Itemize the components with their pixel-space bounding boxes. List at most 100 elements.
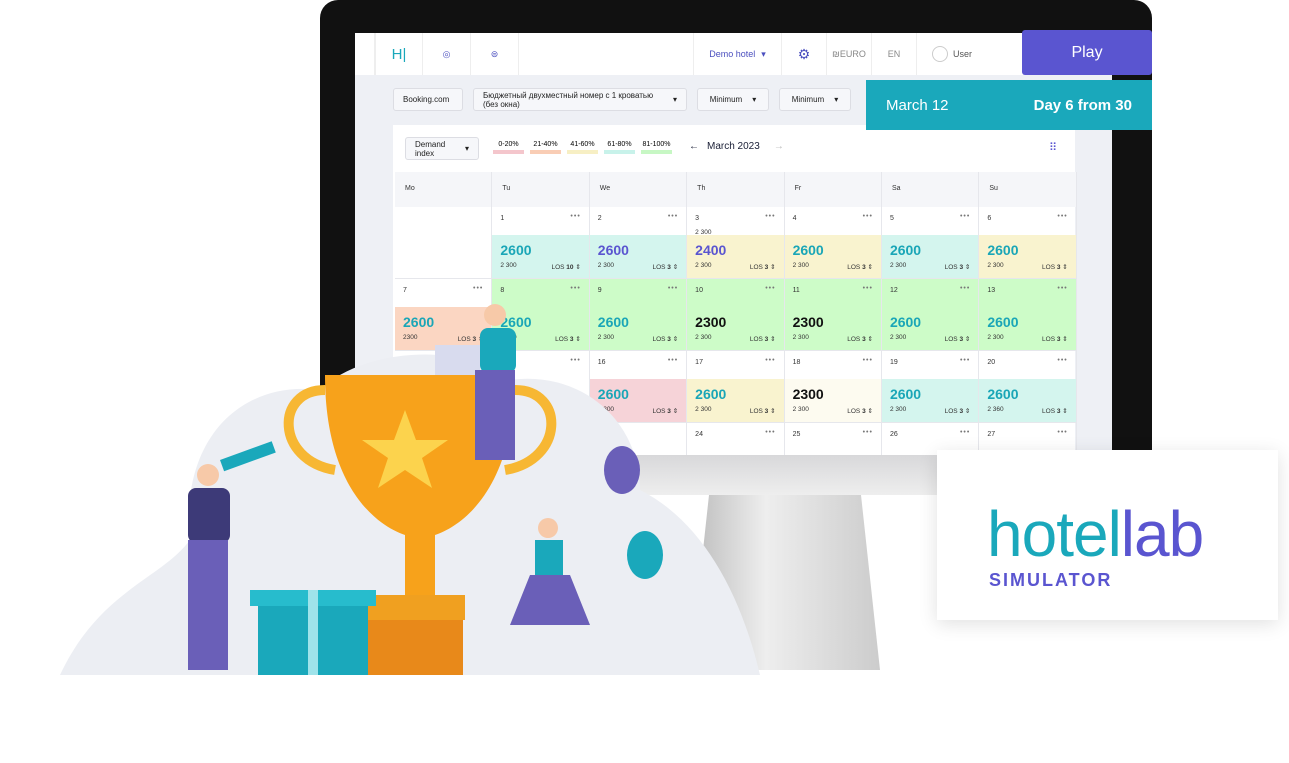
los-stepper[interactable]: LOS 3 ⇕ [750, 263, 776, 271]
channel-select[interactable]: Booking.com [393, 88, 463, 111]
gear-icon[interactable]: ⚙ [782, 33, 827, 75]
los-stepper[interactable]: LOS 3 ⇕ [847, 407, 873, 415]
price: 2300 [792, 386, 824, 402]
day-number: 27 [987, 431, 996, 438]
next-month-arrow-icon[interactable]: → [774, 141, 784, 152]
price: 2600 [500, 242, 532, 258]
more-options-icon[interactable]: ••• [960, 429, 970, 436]
legend-item: 21-40% [530, 141, 561, 154]
los-stepper[interactable]: LOS 3 ⇕ [1042, 407, 1068, 415]
currency-select[interactable]: ₪ EURO [827, 33, 872, 75]
more-options-icon[interactable]: ••• [1057, 285, 1067, 292]
simulation-status: March 12 Day 6 from 30 [866, 80, 1152, 130]
los-stepper[interactable]: LOS 3 ⇕ [945, 407, 971, 415]
more-options-icon[interactable]: ••• [1057, 357, 1067, 364]
more-options-icon[interactable]: ••• [863, 285, 873, 292]
day-number: 11 [792, 287, 800, 294]
los-value: 3 [862, 336, 866, 343]
day-number: 19 [889, 359, 898, 366]
chevron-down-icon: ▾ [672, 95, 677, 104]
base-price: 2 300 [987, 262, 1004, 269]
los-stepper[interactable]: LOS 3 ⇕ [945, 335, 971, 343]
los-stepper[interactable]: LOS 3 ⇕ [652, 263, 678, 271]
base-price: 2 300 [792, 406, 809, 413]
base-price: 2 300 [889, 406, 907, 413]
language-select[interactable]: EN [872, 33, 917, 75]
calendar-day-cell[interactable]: 20 ••• 2600 2 360 LOS 3 ⇕ [979, 351, 1077, 423]
room-select[interactable]: Бюджетный двухместный номер с 1 кроватью… [473, 88, 687, 111]
day-number: 1 [500, 215, 505, 222]
brand-logo: hotellab [987, 498, 1204, 570]
calendar-day-cell[interactable]: 11 ••• 2300 2 300 LOS 3 ⇕ [784, 279, 882, 351]
weekday-header: Mo [395, 172, 493, 207]
calendar-day-cell[interactable]: 4 ••• 2600 2 300 LOS 3 ⇕ [784, 207, 882, 279]
weekday-header: Fr [784, 172, 882, 207]
base-price: 2 300 [500, 262, 517, 269]
currency-icon: ₪ [832, 49, 840, 59]
day-number: 26 [889, 431, 898, 438]
calendar-day-cell[interactable]: 1 ••• 2600 2 300 LOS 10 ⇕ [492, 207, 590, 279]
min-select-1[interactable]: Minimum ▾ [697, 88, 769, 111]
weekday-header: We [589, 172, 688, 207]
calendar-day-cell[interactable]: 19 ••• 2600 2 300 LOS 3 ⇕ [881, 351, 980, 423]
room-label: Бюджетный двухместный номер с 1 кроватью… [483, 90, 654, 109]
monitor-icon[interactable]: ⊜ [471, 33, 519, 75]
more-options-icon[interactable]: ••• [668, 213, 678, 220]
more-options-icon[interactable]: ••• [1057, 429, 1067, 436]
chevron-down-icon: ▾ [752, 95, 757, 104]
app-logo[interactable]: H| [375, 33, 423, 75]
play-button[interactable]: Play [1022, 30, 1152, 75]
base-price: 2 300 [987, 334, 1004, 341]
min-select-2[interactable]: Minimum ▾ [779, 88, 851, 111]
price: 2600 [987, 314, 1019, 330]
min-label: Minimum [709, 95, 743, 104]
base-price: 2 300 [695, 262, 712, 269]
los-stepper[interactable]: LOS 3 ⇕ [1042, 335, 1068, 343]
more-options-icon[interactable]: ••• [863, 429, 873, 436]
day-counter: Day 6 from 30 [1033, 96, 1132, 114]
hotel-icon[interactable]: ◎ [423, 33, 471, 75]
legend-item: 41-60% [567, 141, 598, 154]
more-options-icon[interactable]: ••• [960, 285, 970, 292]
los-value: 10 [566, 264, 574, 271]
los-stepper[interactable]: LOS 3 ⇕ [847, 263, 873, 271]
more-options-icon[interactable]: ••• [863, 357, 873, 364]
calendar-day-cell[interactable] [395, 207, 493, 279]
calendar-day-cell[interactable]: 13 ••• 2600 2 300 LOS 3 ⇕ [979, 279, 1077, 351]
more-options-icon[interactable]: ••• [570, 213, 580, 220]
price: 2300 [792, 314, 824, 330]
price: 2600 [987, 242, 1019, 258]
los-stepper[interactable]: LOS 3 ⇕ [1042, 263, 1068, 271]
calendar-day-cell[interactable]: 3 ••• 2 300 2400 2 300 LOS 3 ⇕ [687, 207, 785, 279]
demand-label: Demand index [415, 139, 446, 158]
hotel-select[interactable]: Demo hotel ▾ [694, 33, 782, 75]
los-stepper[interactable]: LOS 10 ⇕ [551, 263, 580, 271]
day-number: 12 [889, 287, 898, 294]
grid-view-icon[interactable]: ⠿ [1049, 141, 1057, 154]
more-options-icon[interactable]: ••• [765, 213, 775, 220]
los-stepper[interactable]: LOS 3 ⇕ [847, 335, 873, 343]
more-options-icon[interactable]: ••• [1057, 213, 1067, 220]
calendar-day-cell[interactable]: 2 ••• 2600 2 300 LOS 3 ⇕ [589, 207, 688, 279]
demand-index-select[interactable]: Demand index ▾ [405, 137, 479, 160]
calendar-day-cell[interactable]: 18 ••• 2300 2 300 LOS 3 ⇕ [784, 351, 882, 423]
more-options-icon[interactable]: ••• [863, 213, 873, 220]
user-menu[interactable]: User [917, 33, 987, 75]
weekday-header: Th [687, 172, 785, 207]
los-stepper[interactable]: LOS 3 ⇕ [945, 263, 971, 271]
day-number: 13 [987, 287, 996, 294]
day-number: 20 [987, 359, 996, 366]
chevron-down-icon: ▾ [834, 95, 839, 104]
more-options-icon[interactable]: ••• [960, 213, 970, 220]
calendar-day-cell[interactable]: 12 ••• 2600 2 300 LOS 3 ⇕ [881, 279, 980, 351]
calendar-day-cell[interactable]: 6 ••• 2600 2 300 LOS 3 ⇕ [979, 207, 1077, 279]
base-price: 2 300 [889, 262, 907, 269]
calendar-day-cell[interactable]: 25 ••• [785, 423, 882, 455]
weekday-header: Sa [881, 172, 980, 207]
prev-month-arrow-icon[interactable]: ← [689, 141, 699, 152]
calendar-day-cell[interactable]: 5 ••• 2600 2 300 LOS 3 ⇕ [881, 207, 980, 279]
top-bar: H| ◎ ⊜ Demo hotel ▾ ⚙ ₪ EURO EN User [355, 33, 1112, 75]
los-value: 3 [959, 264, 964, 271]
price: 2600 [889, 242, 922, 258]
more-options-icon[interactable]: ••• [960, 357, 970, 364]
